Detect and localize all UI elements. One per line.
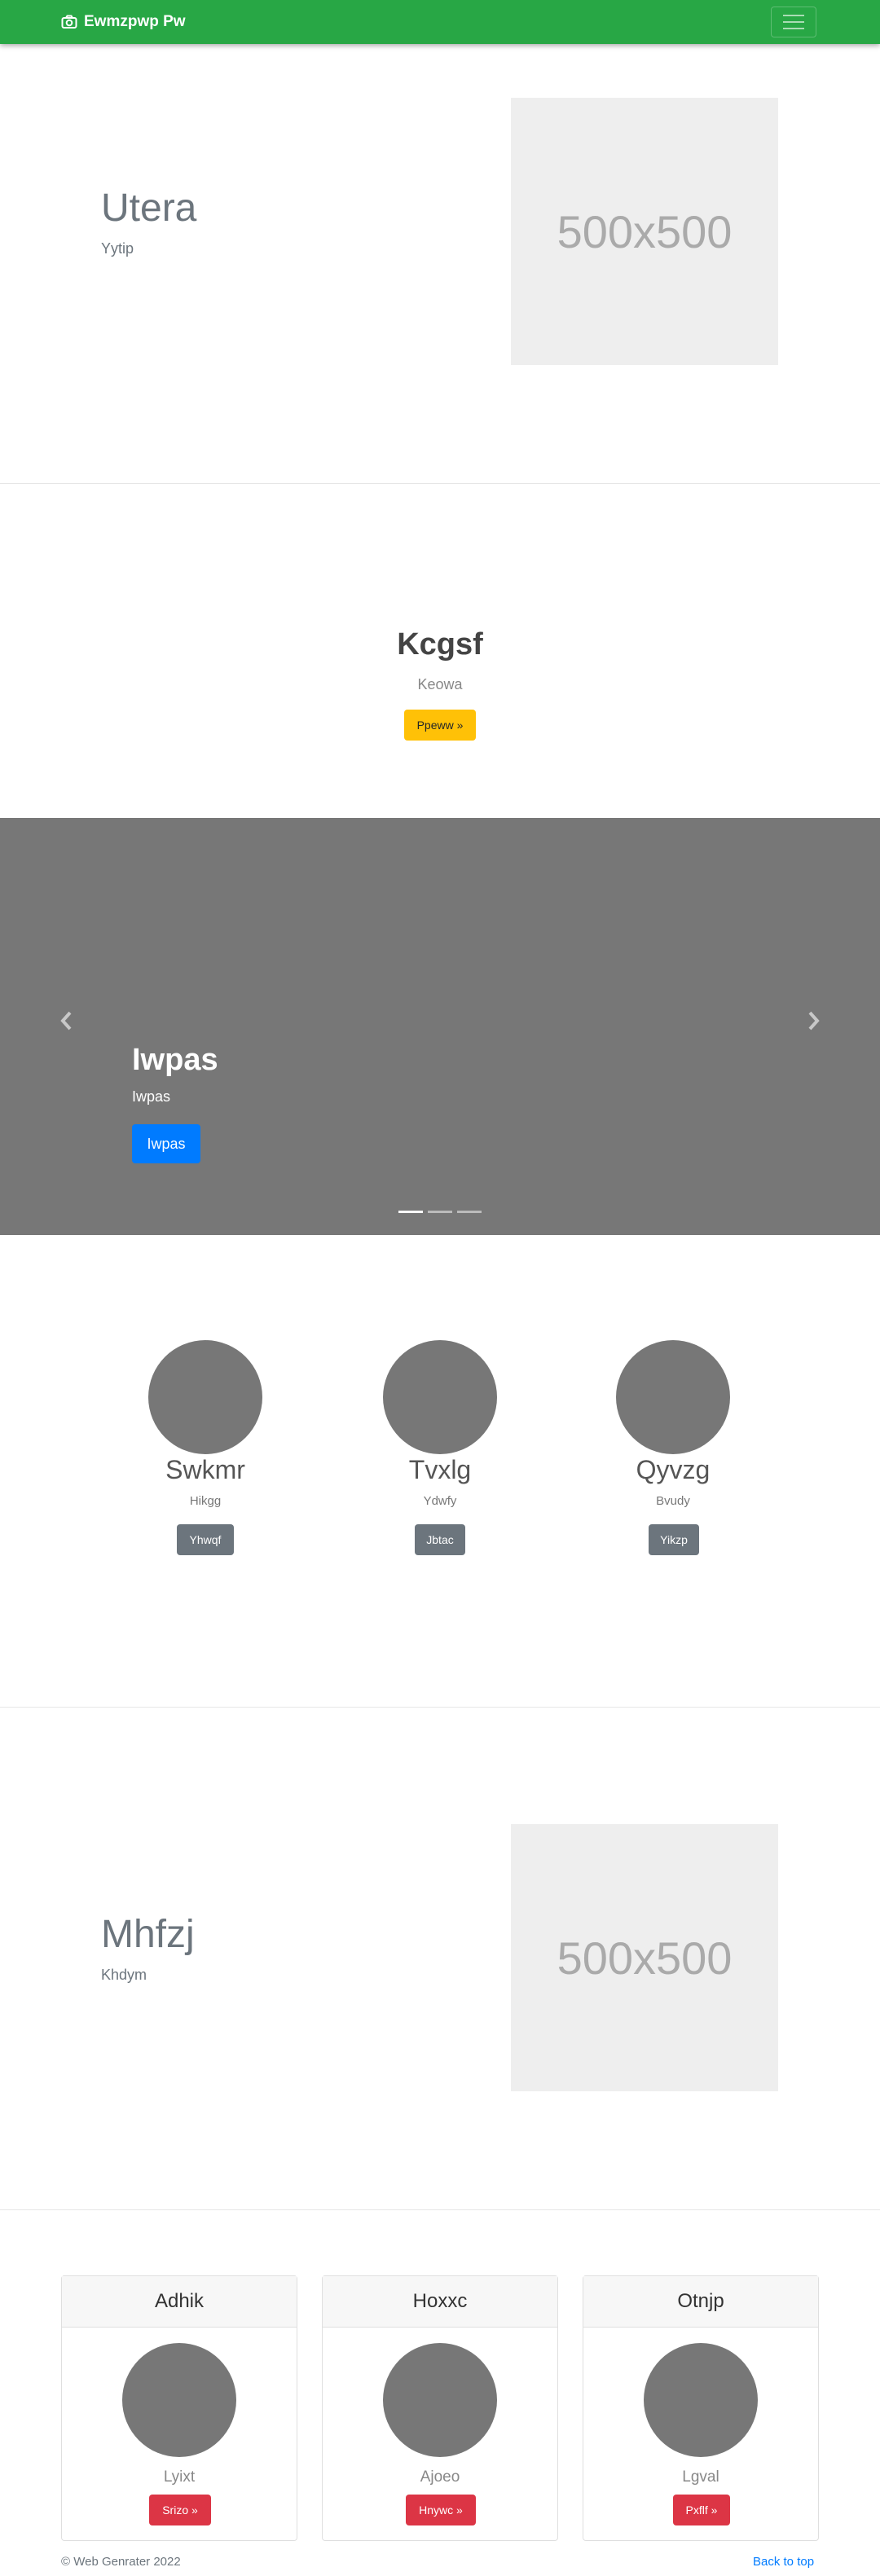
hamburger-icon (783, 15, 804, 16)
feature-subtitle: Khdym (101, 1967, 147, 1983)
marketing-button[interactable]: Jbtac (415, 1524, 465, 1555)
chevron-right-icon (808, 1011, 820, 1031)
card-text: Ajoeo (420, 2468, 460, 2486)
feature-subtitle: Yytip (101, 240, 134, 257)
marketing-button[interactable]: Yhwqf (177, 1524, 234, 1555)
carousel-indicators (0, 1211, 880, 1213)
marketing-subtitle: Ydwfy (423, 1494, 457, 1508)
camera-icon (61, 15, 77, 29)
marketing-title: Tvxlg (408, 1455, 472, 1484)
chevron-left-icon (60, 1011, 72, 1031)
carousel: Iwpas Iwpas Iwpas (0, 818, 880, 1235)
card: Adhik Lyixt Srizo » (61, 2275, 297, 2541)
carousel-indicator[interactable] (428, 1211, 452, 1213)
card-text: Lyixt (163, 2468, 196, 2486)
card-avatar (644, 2343, 758, 2457)
marketing-avatar (616, 1340, 730, 1454)
carousel-title: Iwpas (132, 1043, 218, 1077)
feature-title: Utera (101, 187, 197, 230)
card-header: Adhik (62, 2276, 297, 2328)
divider (0, 2209, 880, 2210)
navbar-toggle-button[interactable] (771, 7, 816, 37)
navbar-brand[interactable]: Ewmzpwp Pw (61, 0, 186, 44)
carousel-indicator[interactable] (457, 1211, 482, 1213)
card: Hoxxc Ajoeo Hnywc » (322, 2275, 558, 2541)
card-avatar (383, 2343, 497, 2457)
feature-image: 500x500 (511, 98, 778, 365)
carousel-prev-button[interactable] (59, 1010, 73, 1035)
marketing-avatar (148, 1340, 262, 1454)
card: Otnjp Lgval Pxflf » (583, 2275, 819, 2541)
card-header: Hoxxc (323, 2276, 557, 2328)
marketing-button[interactable]: Yikzp (649, 1524, 699, 1555)
carousel-indicator[interactable] (398, 1211, 423, 1213)
brand-label: Ewmzpwp Pw (84, 13, 186, 30)
marketing-title: Swkmr (165, 1455, 245, 1484)
card-header: Otnjp (583, 2276, 818, 2328)
card-button[interactable]: Pxflf » (673, 2495, 730, 2525)
feature-image: 500x500 (511, 1824, 778, 2091)
card-button[interactable]: Srizo » (149, 2495, 211, 2525)
divider (0, 1707, 880, 1708)
marketing-subtitle: Hikgg (189, 1494, 222, 1508)
marketing-avatar (383, 1340, 497, 1454)
footer-copyright: © Web Genrater 2022 (61, 2555, 181, 2569)
carousel-button[interactable]: Iwpas (132, 1124, 200, 1163)
jumbotron-button[interactable]: Ppeww » (404, 710, 476, 741)
navbar: Ewmzpwp Pw (0, 0, 880, 44)
feature-title: Mhfzj (101, 1913, 195, 1956)
marketing-subtitle: Bvudy (656, 1494, 690, 1508)
carousel-next-button[interactable] (807, 1010, 821, 1035)
card-avatar (122, 2343, 236, 2457)
jumbotron-title: Kcgsf (397, 627, 483, 662)
back-to-top-link[interactable]: Back to top (753, 2555, 814, 2569)
marketing-title: Qyvzg (636, 1455, 711, 1484)
divider (0, 483, 880, 484)
card-button[interactable]: Hnywc » (406, 2495, 476, 2525)
jumbotron-subtitle: Keowa (417, 676, 463, 692)
carousel-subtitle: Iwpas (132, 1088, 171, 1105)
card-text: Lgval (682, 2468, 719, 2486)
